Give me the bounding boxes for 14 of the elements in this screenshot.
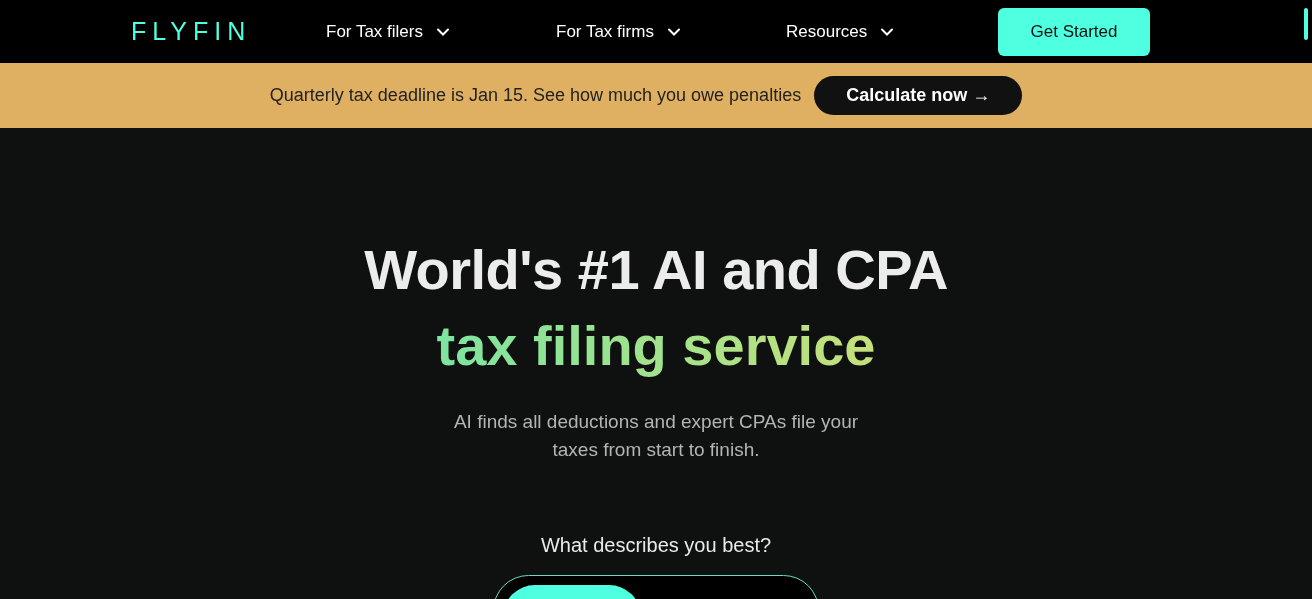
- flyfin-logo[interactable]: FLYFIN: [131, 17, 326, 46]
- nav-menu[interactable]: Resources: [786, 21, 894, 42]
- nav-menu[interactable]: For Tax filers: [326, 21, 449, 42]
- chevron-down-icon: [667, 27, 680, 36]
- chevron-down-icon: [437, 27, 449, 36]
- hero-title: World's #1 AI and CPA: [364, 237, 948, 303]
- calculate-now-button[interactable]: Calculate now →: [814, 76, 1023, 115]
- chevron-down-icon: [881, 27, 894, 36]
- nav-menu[interactable]: For Tax firms: [556, 21, 680, 42]
- audience-question: What describes you best?: [540, 534, 772, 557]
- deadline-notice: Quarterly tax deadline is Jan 15. See how much you owe penalties: [269, 85, 802, 106]
- scrollbar-thumb[interactable]: [1304, 8, 1308, 40]
- get-started-button[interactable]: Get Started: [998, 7, 1150, 56]
- hero-subtitle: AI finds all deductions and expert CPAs file your taxes from start to finish.: [452, 410, 860, 462]
